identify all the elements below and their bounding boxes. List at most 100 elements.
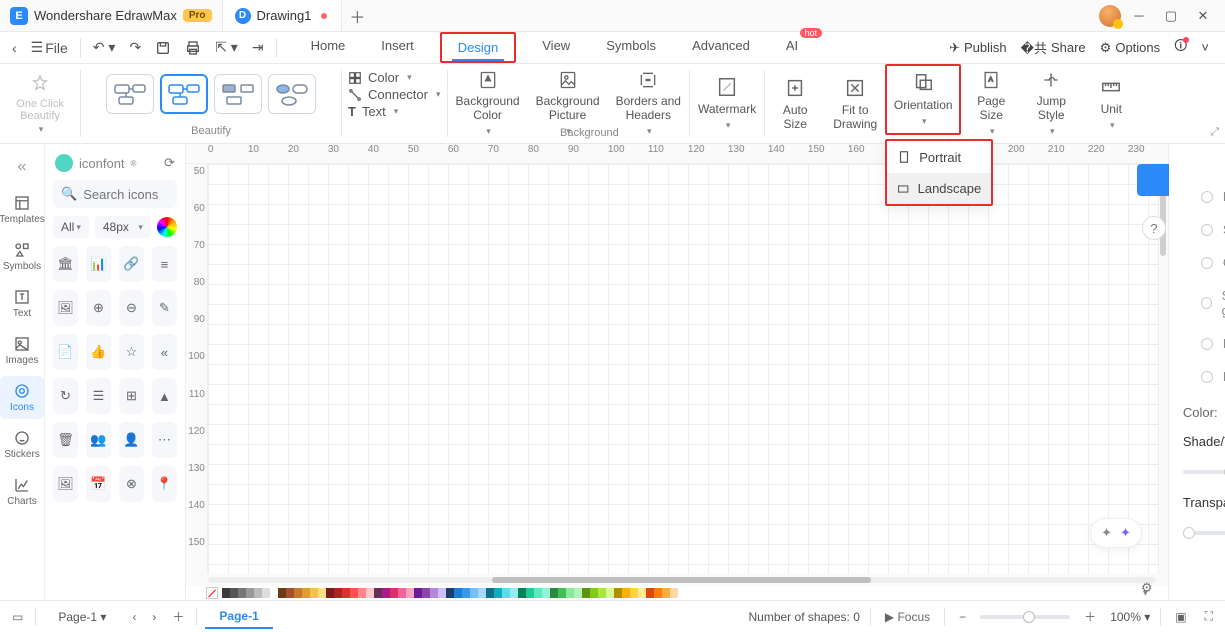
auto-size-button[interactable]: Auto Size	[765, 64, 825, 143]
orientation-landscape[interactable]: Landscape	[887, 173, 991, 204]
color-swatch[interactable]	[550, 588, 558, 598]
refresh-icons-button[interactable]: ⟳	[164, 155, 175, 171]
color-swatch[interactable]	[326, 588, 334, 598]
sidebar-stickers[interactable]: Stickers	[0, 423, 44, 466]
icon-item[interactable]: ⋯	[152, 422, 177, 458]
shade-slider[interactable]	[1183, 470, 1225, 474]
icon-item[interactable]: 🖼	[53, 466, 78, 502]
fill-solid[interactable]: Solid fill	[1183, 216, 1225, 243]
add-tab-button[interactable]: ＋	[342, 4, 372, 28]
options-button[interactable]: ⚙ Options	[1100, 40, 1160, 56]
borders-headers-button[interactable]: Borders and Headers▾	[608, 64, 689, 143]
tab-ai[interactable]: AIhot	[776, 32, 808, 63]
icon-item[interactable]: 👍	[86, 334, 111, 370]
tab-design[interactable]: Design	[440, 32, 516, 63]
icon-item[interactable]: ⊞	[119, 378, 144, 414]
color-swatch[interactable]	[342, 588, 350, 598]
color-swatch[interactable]	[582, 588, 590, 598]
layout-style-4[interactable]	[268, 74, 316, 114]
icon-item[interactable]: 👥	[86, 422, 111, 458]
orientation-button[interactable]: Orientation▾	[885, 64, 961, 135]
zoom-level[interactable]: 100% ▾	[1110, 610, 1150, 624]
layout-style-1[interactable]	[106, 74, 154, 114]
icon-item[interactable]: 📊	[86, 246, 111, 282]
fill-gradient[interactable]: Gradient fill	[1183, 249, 1225, 276]
icon-item[interactable]: «	[152, 334, 177, 370]
color-swatch[interactable]	[566, 588, 574, 598]
publish-button[interactable]: ✈ Publish	[949, 40, 1007, 56]
icon-item[interactable]: 🗑	[53, 422, 78, 458]
tab-insert[interactable]: Insert	[371, 32, 424, 63]
color-swatch[interactable]	[510, 588, 518, 598]
ribbon-expand-icon[interactable]: ⤢	[1210, 126, 1219, 139]
icon-item[interactable]: ⊗	[119, 466, 144, 502]
close-button[interactable]: ✕	[1189, 2, 1217, 30]
color-swatch[interactable]	[662, 588, 670, 598]
color-swatch[interactable]	[462, 588, 470, 598]
color-swatch[interactable]	[558, 588, 566, 598]
color-swatch[interactable]	[374, 588, 382, 598]
layout-style-2[interactable]	[160, 74, 208, 114]
orientation-portrait[interactable]: Portrait	[887, 141, 991, 173]
color-dropdown[interactable]: Color ▾	[348, 70, 441, 85]
maximize-button[interactable]: ▢	[1157, 2, 1185, 30]
color-swatch[interactable]	[366, 588, 374, 598]
back-button[interactable]: ‹	[6, 36, 23, 60]
collapse-ribbon-button[interactable]: ˅	[1201, 40, 1209, 55]
tab-view[interactable]: View	[532, 32, 580, 63]
icon-item[interactable]: ☰	[86, 378, 111, 414]
more-quickaccess[interactable]: ⇥	[246, 35, 270, 60]
color-swatch[interactable]	[302, 588, 310, 598]
transparency-slider[interactable]	[1183, 531, 1225, 535]
color-swatch[interactable]	[358, 588, 366, 598]
sidebar-symbols[interactable]: Symbols	[0, 235, 44, 278]
sidebar-templates[interactable]: Templates	[0, 188, 44, 231]
sidebar-collapse-button[interactable]: «	[10, 150, 35, 184]
ai-sparkle-icon[interactable]: ✦	[1101, 525, 1112, 541]
color-swatch[interactable]	[470, 588, 478, 598]
color-swatch[interactable]	[574, 588, 582, 598]
focus-mode-button[interactable]: ▶ Focus	[881, 608, 934, 626]
zoom-slider[interactable]	[980, 615, 1070, 619]
share-button[interactable]: �共 Share	[1021, 38, 1086, 57]
icon-item[interactable]: ✎	[152, 290, 177, 326]
fill-single-gradient[interactable]: Single color gradient fill	[1183, 282, 1225, 324]
jump-style-button[interactable]: Jump Style▾	[1021, 64, 1081, 143]
color-swatch[interactable]	[502, 588, 510, 598]
undo-button[interactable]: ↶ ▾	[87, 35, 122, 60]
icon-item[interactable]: ↻	[53, 378, 78, 414]
icon-item[interactable]: 📅	[86, 466, 111, 502]
color-filter-button[interactable]	[157, 217, 177, 237]
color-swatch[interactable]	[534, 588, 542, 598]
color-swatch[interactable]	[286, 588, 294, 598]
file-menu[interactable]: ☰ File	[25, 35, 74, 60]
color-swatch[interactable]	[606, 588, 614, 598]
redo-button[interactable]: ↷	[123, 35, 147, 60]
no-color-swatch[interactable]	[206, 587, 218, 599]
color-swatch[interactable]	[414, 588, 422, 598]
color-swatch[interactable]	[310, 588, 318, 598]
color-swatch[interactable]	[318, 588, 326, 598]
layout-style-3[interactable]	[214, 74, 262, 114]
tab-home[interactable]: Home	[301, 32, 356, 63]
color-swatch[interactable]	[382, 588, 390, 598]
icon-item[interactable]: 🖼	[53, 290, 78, 326]
one-click-beautify-button[interactable]: One Click Beautify ▾	[12, 68, 68, 141]
filter-category-select[interactable]: All▾	[53, 216, 89, 238]
color-swatch[interactable]	[478, 588, 486, 598]
icon-item[interactable]: ⊕	[86, 290, 111, 326]
color-swatch[interactable]	[334, 588, 342, 598]
canvas-grid[interactable]: ✦ ✦	[208, 164, 1158, 574]
color-swatch[interactable]	[598, 588, 606, 598]
color-swatch[interactable]	[486, 588, 494, 598]
sidebar-charts[interactable]: Charts	[0, 470, 44, 513]
fit-page-button[interactable]: ▣	[1171, 608, 1190, 626]
icon-item[interactable]: ▲	[152, 378, 177, 414]
print-button[interactable]	[179, 36, 207, 60]
page-dropdown[interactable]: Page-1 ▾	[44, 606, 120, 628]
search-icons-input[interactable]: 🔍	[53, 180, 177, 208]
horizontal-scrollbar[interactable]	[186, 574, 1168, 586]
icon-item[interactable]: 🏛	[53, 246, 78, 282]
icon-item[interactable]: ⊖	[119, 290, 144, 326]
page-tab-1[interactable]: Page-1	[205, 605, 272, 629]
